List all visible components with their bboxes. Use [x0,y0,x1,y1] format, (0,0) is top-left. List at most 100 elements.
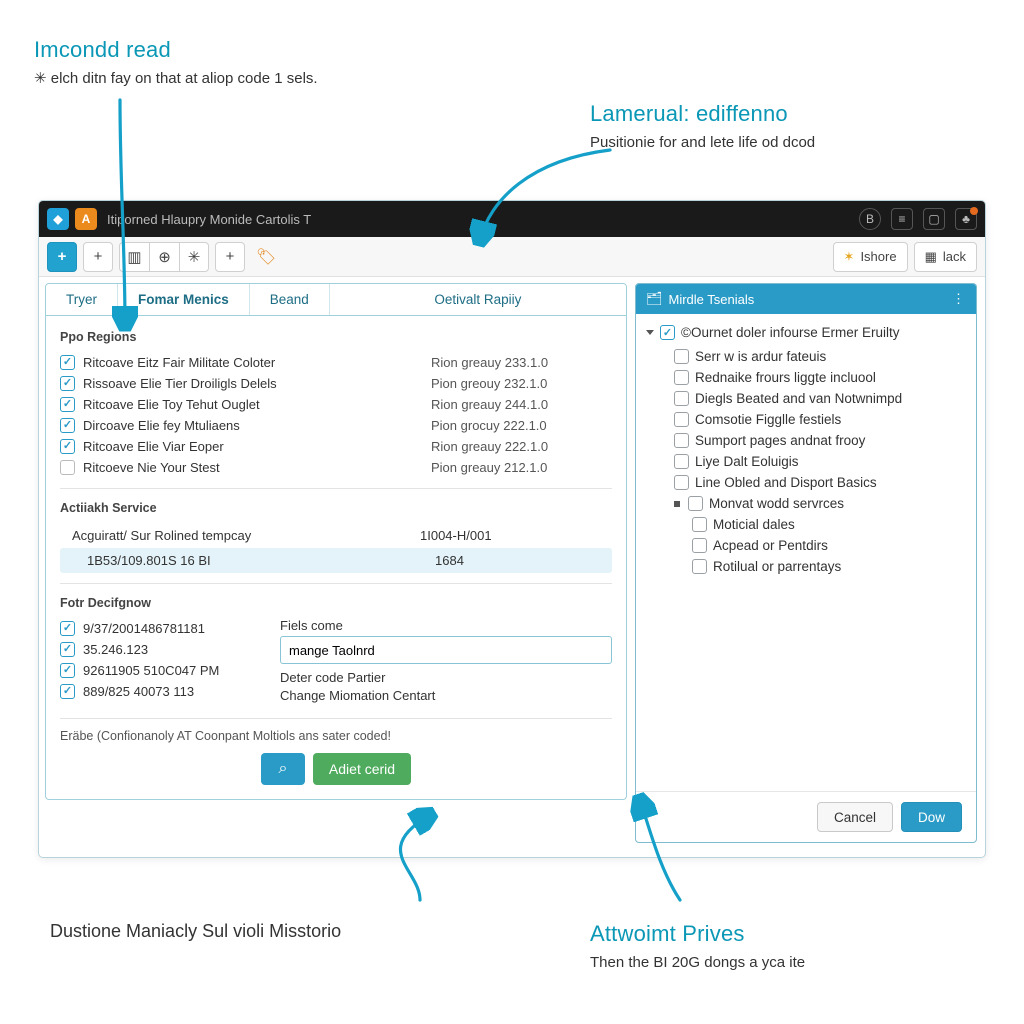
checkbox[interactable] [60,376,75,391]
tree-sub-item-label: Moticial dales [713,517,795,532]
settings-icon[interactable]: ✳ [179,242,209,272]
ishore-label: Ishore [860,249,896,264]
b-icon[interactable]: B [859,208,881,230]
tab-beand[interactable]: Beand [250,284,330,315]
bell-icon[interactable]: ♣ [955,208,977,230]
checkbox[interactable] [60,663,75,678]
checkbox[interactable] [674,475,689,490]
region-row: Ritcoave Elie Toy Tehut Ouglet Rion grea… [60,394,612,415]
search-button[interactable]: ⌕ [261,753,305,785]
tree-item-label: Comsotie Figglle festiels [695,412,841,427]
annotation-title: Imcondd read [34,36,454,65]
tree-root[interactable]: ©Ournet doler infourse Ermer Eruilty [646,322,966,346]
right-column: 🗂 Mirdle Tsenials ⋮ ©Ournet doler infour… [627,277,985,857]
checkbox[interactable] [674,391,689,406]
region-value: Pion grocuy 222.1.0 [431,418,547,433]
left-column: Tryer Fomar Menics Beand Oetivalt Rapiiy… [39,277,627,857]
checkbox[interactable] [692,538,707,553]
tree-item-label: Diegls Beated and van Notwnimpd [695,391,902,406]
checkbox[interactable] [688,496,703,511]
tree-sub-item-label: Acpead or Pentdirs [713,538,828,553]
annotation-sub: Pusitionie for and lete life od dcod [590,133,990,153]
add-button[interactable]: + [83,242,113,272]
mirdle-header: 🗂 Mirdle Tsenials ⋮ [636,284,976,314]
tree-item[interactable]: Comsotie Figglle festiels [674,409,966,430]
ishore-button[interactable]: ✶ Ishore [833,242,908,272]
tab-tryer[interactable]: Tryer [46,284,118,315]
design-row: 35.246.123 [60,639,270,660]
checkbox[interactable] [60,439,75,454]
region-value: Rion greauy 244.1.0 [431,397,548,412]
design-value: 92611905 510C047 PM [83,663,219,678]
checkbox[interactable] [692,517,707,532]
tree-sub-item[interactable]: Moticial dales [692,514,966,535]
annotation-bottom-left: Dustione Maniacly Sul violi Misstorio [50,920,470,943]
region-row: Rissoave Elie Tier Droiligls Delels Pion… [60,373,612,394]
tree-item[interactable]: Serr w is ardur fateuis [674,346,966,367]
titlebar-right: B ≡ ▢ ♣ [859,208,977,230]
list-icon[interactable]: ≡ [891,208,913,230]
service-row[interactable]: 1B53/109.801S 16 BI 1684 [60,548,612,573]
region-label: Ritcoave Eitz Fair Militate Coloter [83,355,423,370]
tree-sub-item[interactable]: Rotilual or parrentays [692,556,966,577]
tree-item[interactable]: Liye Dalt Eoluigis [674,451,966,472]
tree-item-label: Liye Dalt Eoluigis [695,454,799,469]
region-label: Rissoave Elie Tier Droiligls Delels [83,376,423,391]
adiet-cerid-button[interactable]: Adiet cerid [313,753,411,785]
design-row: 9/37/2001486781181 [60,618,270,639]
mirdle-panel: 🗂 Mirdle Tsenials ⋮ ©Ournet doler infour… [635,283,977,843]
checkbox[interactable] [692,559,707,574]
checkbox[interactable] [60,418,75,433]
kebab-icon[interactable]: ⋮ [952,291,966,307]
tree-item-label: Line Obled and Disport Basics [695,475,877,490]
design-value: 9/37/2001486781181 [83,621,205,636]
checkbox[interactable] [674,454,689,469]
checkbox[interactable] [60,621,75,636]
design-row: 92611905 510C047 PM [60,660,270,681]
add-button-primary[interactable]: + [47,242,77,272]
tree-sub-item[interactable]: Acpead or Pentdirs [692,535,966,556]
checkbox[interactable] [60,397,75,412]
service-row[interactable]: Acguiratt/ Sur Rolined tempcay 1I004-H/0… [60,523,612,548]
checkbox[interactable] [60,355,75,370]
tree-item[interactable]: Rednaike frours liggte incluool [674,367,966,388]
checkbox[interactable] [674,433,689,448]
design-label: Fotr Decifgnow [60,596,612,610]
annotation-title: Attwoimt Prives [590,920,990,949]
dow-button[interactable]: Dow [901,802,962,832]
change-miomation-label: Change Miomation Centart [280,688,612,703]
doc-icon[interactable]: ▥ [119,242,149,272]
checkbox[interactable] [674,412,689,427]
service-value: 1684 [435,553,464,568]
mange-input[interactable] [280,636,612,664]
checkbox[interactable] [60,642,75,657]
checkbox[interactable] [674,370,689,385]
checkbox[interactable] [60,684,75,699]
region-value: Rion greauy 222.1.0 [431,439,548,454]
annotation-top-right: Lamerual: ediffenno Pusitionie for and l… [590,100,990,152]
lack-button[interactable]: ▦ lack [914,242,977,272]
checkbox[interactable] [674,349,689,364]
tab-oetivalt-rapiiy[interactable]: Oetivalt Rapiiy [330,284,626,315]
tab-fomar-menics[interactable]: Fomar Menics [118,284,250,315]
tag-icon[interactable]: 🏷 [251,242,281,272]
star-icon: ✶ [844,249,855,265]
grid-icon: ▦ [925,249,937,265]
tree-sub-parent[interactable]: Monvat wodd servrces [646,493,966,514]
service-label: 1B53/109.801S 16 BI [87,553,427,568]
lack-label: lack [943,249,966,264]
regions-label: Ppo Regions [60,330,612,344]
tree-item[interactable]: Line Obled and Disport Basics [674,472,966,493]
tree-item-label: Serr w is ardur fateuis [695,349,826,364]
globe-icon[interactable]: ⊕ [149,242,179,272]
annotation-top-left: Imcondd read ✳ elch ditn fay on that at … [34,36,454,88]
checkbox[interactable] [660,325,675,340]
cancel-button[interactable]: Cancel [817,802,893,832]
square-icon[interactable]: ▢ [923,208,945,230]
add-button-2[interactable]: + [215,242,245,272]
tree-item[interactable]: Sumport pages andnat frooy [674,430,966,451]
checkbox[interactable] [60,460,75,475]
region-value: Rion greauy 233.1.0 [431,355,548,370]
tree-item[interactable]: Diegls Beated and van Notwnimpd [674,388,966,409]
annotation-sub: ✳ elch ditn fay on that at aliop code 1 … [34,69,454,89]
